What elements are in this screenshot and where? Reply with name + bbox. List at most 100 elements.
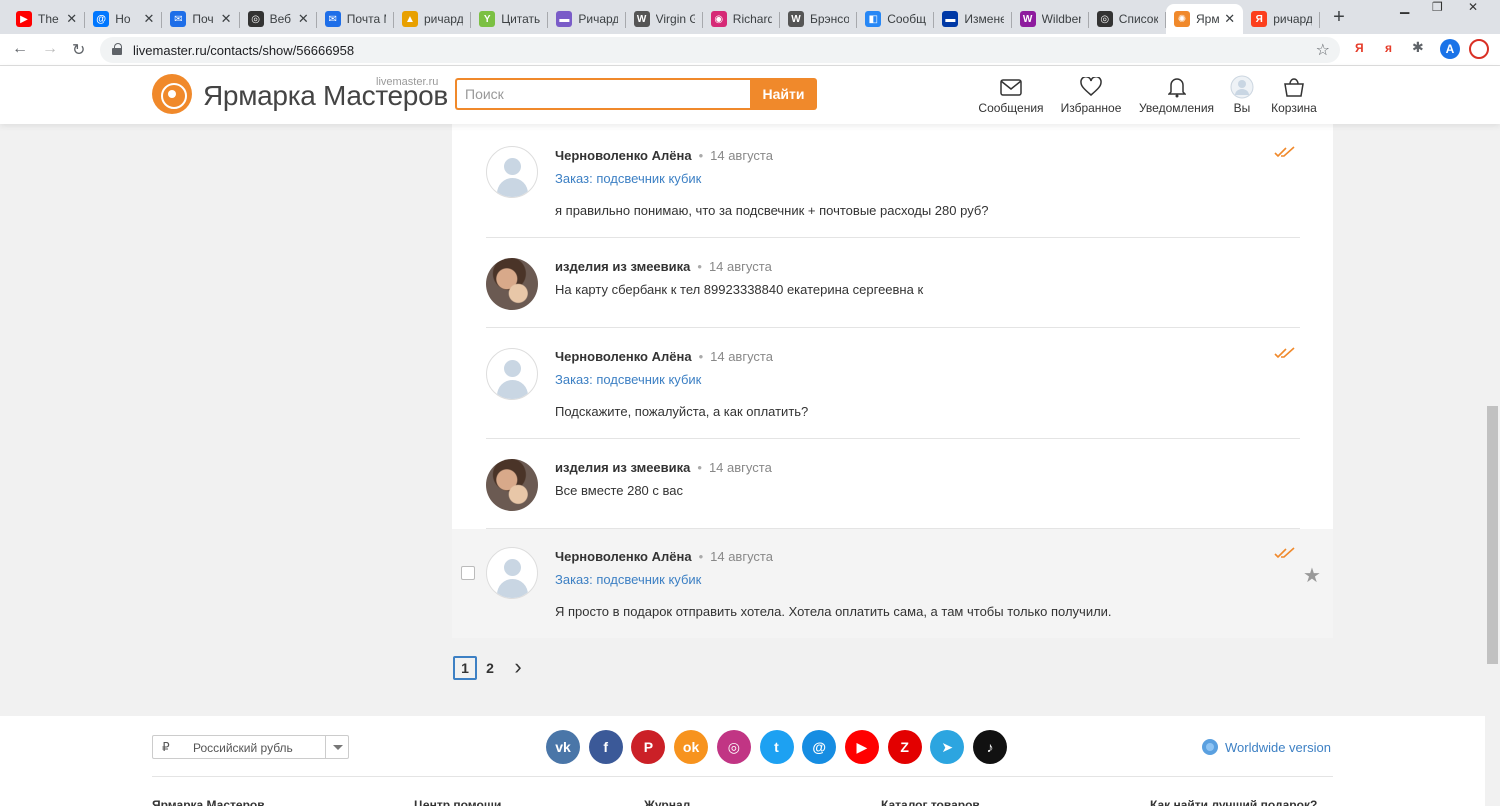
tab-title: Список [1118, 12, 1158, 26]
browser-tab[interactable]: W Брэнсо [780, 4, 858, 34]
tab-favicon-icon: ▬ [942, 11, 959, 27]
vk-icon[interactable]: vk [546, 730, 580, 764]
tab-favicon-icon: ▬ [556, 11, 573, 27]
nav-notifications[interactable]: Уведомления [1138, 76, 1215, 115]
currency-select[interactable]: ₽ Российский рубль [152, 735, 349, 759]
message-author[interactable]: изделия из змеевика [555, 259, 690, 274]
youtube-icon[interactable]: ▶ [844, 730, 879, 764]
logo-icon[interactable] [152, 74, 192, 114]
browser-tab[interactable]: W Wildber [1012, 4, 1089, 34]
twitter-icon[interactable]: t [759, 730, 794, 764]
browser-tab[interactable]: ✉ Почта M [317, 4, 394, 34]
footer-column-title[interactable]: Ярмарка Мастеров [152, 798, 265, 806]
browser-tab[interactable]: ◧ Сообщ [857, 4, 935, 34]
footer-column-title[interactable]: Каталог товаров [881, 798, 980, 806]
ruble-icon: ₽ [162, 740, 170, 754]
instagram-icon[interactable]: ◎ [716, 730, 751, 764]
close-tab-icon[interactable]: ✕ [66, 11, 77, 27]
yandex-extension-icon[interactable]: Я [1355, 41, 1364, 55]
tiktok-icon[interactable]: ♪ [973, 730, 1007, 764]
close-tab-icon[interactable]: ✕ [1224, 11, 1235, 27]
reload-icon[interactable]: ↻ [72, 40, 85, 60]
page-2-button[interactable]: 2 [478, 656, 502, 680]
tab-favicon-icon: W [633, 11, 650, 27]
message-date: 14 августа [710, 148, 773, 163]
message-date: 14 августа [708, 259, 772, 274]
restore-button[interactable]: ❐ [1432, 0, 1443, 16]
address-bar[interactable]: livemaster.ru/contacts/show/56666958 ☆ [100, 37, 1340, 63]
browser-tab[interactable]: Y Цитаты [471, 4, 549, 34]
tab-favicon-icon: ▲ [402, 11, 418, 27]
nav-cart[interactable]: Корзина [1270, 76, 1318, 115]
browser-tab[interactable]: ▬ Ричард [548, 4, 626, 34]
forward-icon[interactable]: → [42, 40, 58, 58]
new-tab-button[interactable]: + [1328, 6, 1350, 28]
browser-tab[interactable]: Яричард [1243, 4, 1321, 34]
mailru-icon[interactable]: @ [802, 730, 837, 764]
close-tab-icon[interactable]: ✕ [298, 11, 309, 27]
tab-favicon-icon: Я [1251, 11, 1268, 27]
page-1-button[interactable]: 1 [453, 656, 477, 680]
browser-tab[interactable]: ▲ ричард [394, 4, 472, 34]
browser-tab[interactable]: ▶ The ✕ [8, 4, 86, 34]
order-link[interactable]: Заказ: подсвечник кубик [555, 572, 701, 587]
close-tab-icon[interactable]: ✕ [143, 11, 154, 27]
envelope-icon [978, 76, 1044, 98]
close-tab-icon[interactable]: ✕ [221, 11, 232, 27]
tab-title: ричард [424, 12, 464, 26]
browser-tab[interactable]: ✺ Ярм ✕ [1166, 4, 1244, 34]
odnoklassniki-icon[interactable]: ok [674, 730, 709, 764]
star-icon[interactable]: ★ [1303, 563, 1321, 588]
tab-title: Сообщ [887, 12, 926, 26]
zen-icon[interactable]: Z [887, 730, 922, 764]
nav-favorites[interactable]: Избранное [1060, 76, 1122, 115]
search-button[interactable]: Найти [750, 78, 817, 110]
browser-tab[interactable]: ◎ Список [1089, 4, 1166, 34]
browser-tab[interactable]: @ Ho ✕ [85, 4, 163, 34]
message-checkbox[interactable] [461, 566, 475, 580]
message-date: 14 августа [708, 460, 772, 475]
yandex-extension-2-icon[interactable]: я [1385, 41, 1392, 55]
extensions-puzzle-icon[interactable]: ✱ [1412, 39, 1424, 56]
facebook-icon[interactable]: f [588, 730, 623, 764]
avatar[interactable] [486, 459, 538, 511]
bookmark-star-icon[interactable]: ☆ [1316, 40, 1330, 60]
nav-profile[interactable]: Вы [1228, 75, 1256, 115]
browser-tab[interactable]: ◉ Richard [703, 4, 780, 34]
profile-avatar-icon[interactable]: A [1440, 39, 1460, 59]
worldwide-link[interactable]: Worldwide version [1202, 739, 1331, 755]
close-window-button[interactable]: ✕ [1468, 0, 1478, 16]
back-icon[interactable]: ← [12, 40, 28, 58]
search-input[interactable] [455, 78, 751, 110]
avatar[interactable] [486, 547, 538, 599]
order-link[interactable]: Заказ: подсвечник кубик [555, 372, 701, 387]
browser-tab[interactable]: ✉ Поч ✕ [162, 4, 240, 34]
message-item-selected[interactable]: Черноволенко Алёна • 14 августа Заказ: под… [452, 529, 1333, 638]
footer-column-title[interactable]: Журнал [644, 798, 690, 806]
nav-messages[interactable]: Сообщения [978, 76, 1044, 115]
order-link[interactable]: Заказ: подсвечник кубик [555, 171, 701, 186]
browser-tab[interactable]: W Virgin G [626, 4, 703, 34]
avatar[interactable] [486, 146, 538, 198]
extension-badge-icon[interactable] [1469, 39, 1489, 59]
page-scrollbar[interactable] [1485, 124, 1500, 806]
footer-column-title[interactable]: Центр помощи [414, 798, 501, 806]
avatar[interactable] [486, 348, 538, 400]
footer-column-title[interactable]: Как найти лучший подарок? [1150, 798, 1317, 806]
tab-title: Почта M [346, 12, 386, 26]
telegram-icon[interactable]: ➤ [930, 730, 965, 764]
browser-tab[interactable]: ▬ Измене [934, 4, 1012, 34]
tab-favicon-icon: ✉ [170, 11, 187, 27]
message-meta: Черноволенко Алёна • 14 августа [555, 349, 773, 364]
message-author[interactable]: изделия из змеевика [555, 460, 690, 475]
avatar[interactable] [486, 258, 538, 310]
next-page-icon[interactable]: › [506, 654, 530, 679]
message-meta: Черноволенко Алёна • 14 августа [555, 549, 773, 564]
minimize-button[interactable]: ▁ [1400, 0, 1409, 16]
scrollbar-thumb[interactable] [1487, 406, 1498, 664]
browser-tab[interactable]: ◎ Веб ✕ [240, 4, 317, 34]
message-author[interactable]: Черноволенко Алёна [555, 148, 692, 163]
message-author[interactable]: Черноволенко Алёна [555, 349, 692, 364]
pinterest-icon[interactable]: P [631, 730, 666, 764]
message-author[interactable]: Черноволенко Алёна [555, 549, 692, 564]
